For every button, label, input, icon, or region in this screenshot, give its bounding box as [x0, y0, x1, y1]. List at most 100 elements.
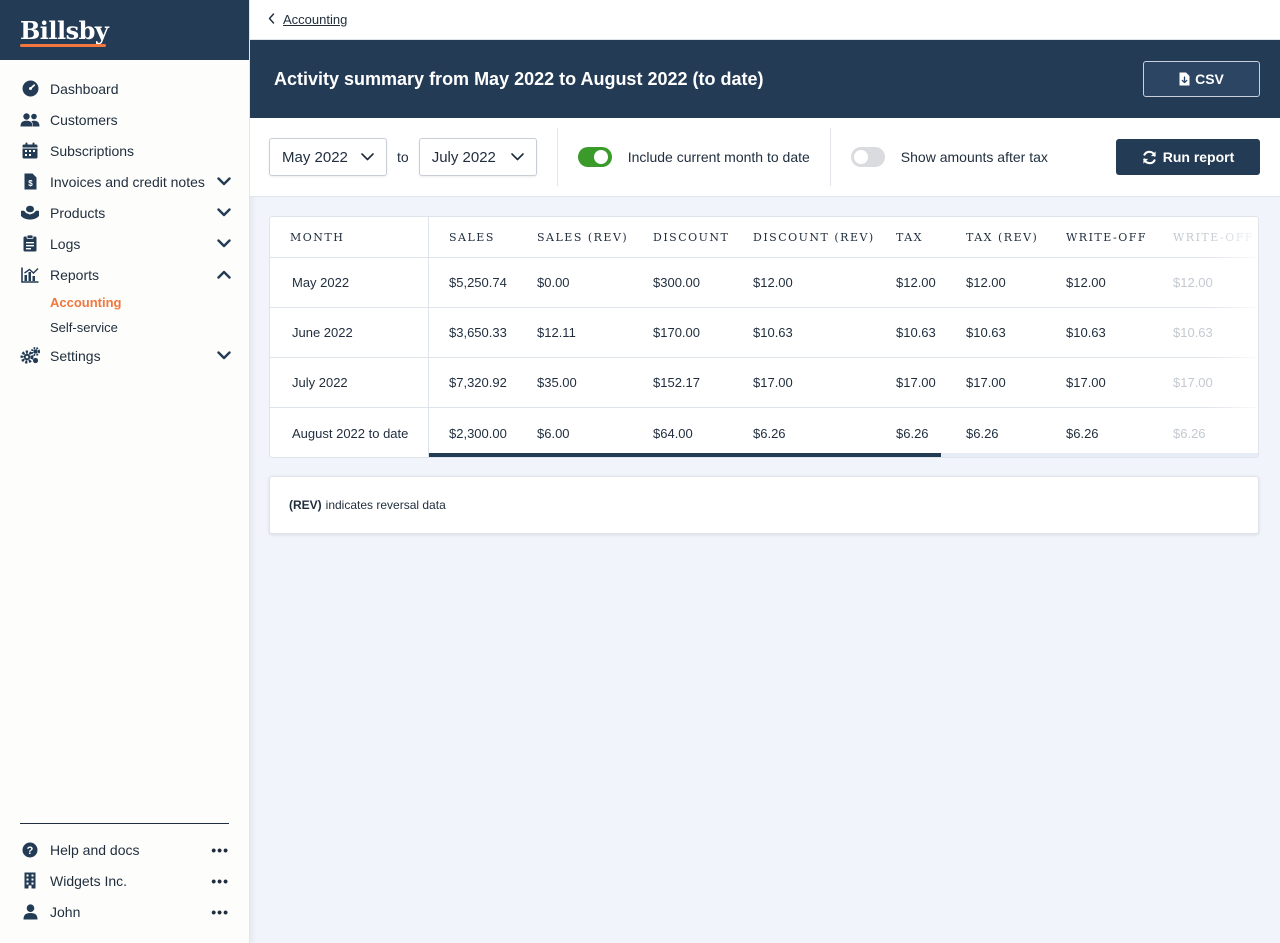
breadcrumb[interactable]: Accounting — [268, 12, 347, 27]
column-header-write-off-rev: WRITE-OFF — [1173, 230, 1255, 244]
table-cell: $10.63 — [1173, 325, 1213, 340]
run-report-label: Run report — [1162, 149, 1235, 165]
table-row: June 2022 — [270, 308, 428, 358]
sidebar-item-label: Help and docs — [50, 841, 140, 858]
after-tax-label: Show amounts after tax — [900, 149, 1048, 165]
building-icon — [20, 871, 40, 891]
main-nav: Dashboard Customers Subscriptions $ Invo… — [0, 60, 249, 371]
horizontal-scrollbar[interactable] — [429, 453, 1258, 457]
scrollbar-thumb[interactable] — [429, 453, 941, 457]
divider — [829, 128, 831, 186]
sidebar-item-logs[interactable]: Logs — [0, 228, 249, 259]
page-header: Activity summary from May 2022 to August… — [250, 40, 1280, 118]
column-header-sales-rev: SALES (REV) — [537, 230, 629, 244]
column-header-sales: SALES — [449, 230, 495, 244]
table-cell: $6.00 — [537, 425, 570, 441]
sidebar-item-dashboard[interactable]: Dashboard — [0, 73, 249, 104]
clipboard-icon — [20, 234, 40, 254]
chevron-left-icon[interactable] — [268, 12, 275, 27]
table-cell: $0.00 — [537, 275, 570, 290]
table-cell: $12.00 — [753, 275, 793, 290]
table-row: July 2022 — [270, 358, 428, 408]
include-current-month-toggle[interactable] — [577, 147, 612, 167]
help-icon: ? — [20, 840, 40, 860]
toggle-knob — [593, 150, 608, 164]
csv-label: CSV — [1195, 71, 1224, 87]
breadcrumb-back-link[interactable]: Accounting — [283, 12, 347, 27]
table-cell: $12.00 — [1066, 275, 1106, 290]
sidebar-subitem-self-service[interactable]: Self-service — [0, 315, 249, 340]
chevron-up-icon[interactable] — [217, 268, 231, 282]
sidebar-item-settings[interactable]: Settings — [0, 340, 249, 371]
sidebar-item-invoices[interactable]: $ Invoices and credit notes — [0, 166, 249, 197]
calendar-icon — [20, 141, 40, 161]
table-cell: $7,320.92 — [449, 375, 507, 390]
sidebar-item-products[interactable]: Products — [0, 197, 249, 228]
run-report-button[interactable]: Run report — [1116, 139, 1260, 175]
table-scroll-area[interactable]: SALES SALES (REV) DISCOUNT DISCOUNT (REV… — [429, 217, 1258, 457]
products-icon — [20, 203, 40, 223]
table-cell: $6.26 — [753, 425, 786, 441]
after-tax-toggle[interactable] — [850, 147, 885, 167]
table-cell: $17.00 — [1173, 375, 1213, 390]
table-cell: $12.11 — [537, 325, 576, 340]
sidebar-item-label: John — [50, 903, 81, 920]
sidebar-item-label: Widgets Inc. — [50, 872, 128, 889]
table-cell: $17.00 — [1066, 375, 1106, 390]
note-bold: (REV) — [289, 498, 322, 512]
table-row: $7,320.92 $35.00 $152.17 $17.00 $17.00 $… — [429, 358, 1258, 408]
from-month-select[interactable]: May 2022 — [269, 138, 387, 176]
chevron-down-icon[interactable] — [217, 237, 231, 251]
csv-download-button[interactable]: CSV — [1143, 61, 1260, 97]
reversal-note: (REV) indicates reversal data — [269, 476, 1259, 534]
column-header-write-off: WRITE-OFF — [1066, 230, 1148, 244]
month-cell: August 2022 to date — [292, 425, 409, 441]
table-row: $3,650.33 $12.11 $170.00 $10.63 $10.63 $… — [429, 308, 1258, 358]
invoice-icon: $ — [20, 172, 40, 192]
table-cell: $10.63 — [896, 325, 936, 340]
table-cell: $300.00 — [653, 275, 700, 290]
sidebar-subitem-accounting[interactable]: Accounting — [0, 290, 249, 315]
column-header-discount-rev: DISCOUNT (REV) — [753, 230, 875, 244]
table-cell: $64.00 — [653, 425, 693, 441]
sidebar-item-company[interactable]: Widgets Inc. ••• — [20, 865, 229, 896]
table-cell: $6.26 — [1173, 425, 1206, 441]
column-header-tax-rev: TAX (REV) — [966, 230, 1039, 244]
sidebar-item-subscriptions[interactable]: Subscriptions — [0, 135, 249, 166]
sidebar-item-reports[interactable]: Reports — [0, 259, 249, 290]
column-header-discount: DISCOUNT — [653, 230, 730, 244]
more-icon[interactable]: ••• — [211, 904, 229, 920]
refresh-icon — [1143, 150, 1156, 164]
column-header-tax: TAX — [896, 230, 924, 244]
users-icon — [20, 110, 40, 130]
sidebar-item-label: Invoices and credit notes — [50, 173, 205, 190]
to-month-select[interactable]: July 2022 — [418, 138, 537, 176]
svg-text:$: $ — [28, 179, 33, 188]
table-cell: $6.26 — [966, 425, 999, 441]
month-cell: May 2022 — [292, 275, 350, 290]
sidebar-item-label: Settings — [50, 347, 101, 364]
sidebar-item-customers[interactable]: Customers — [0, 104, 249, 135]
table-cell: $12.00 — [1173, 275, 1213, 290]
gears-icon — [20, 346, 40, 366]
report-filters: May 2022 to July 2022 Include current mo… — [250, 118, 1280, 197]
activity-table: MONTH May 2022 June 2022 July 2022 Augus… — [269, 216, 1259, 458]
table-header-row: SALES SALES (REV) DISCOUNT DISCOUNT (REV… — [429, 217, 1258, 258]
sidebar-item-label: Reports — [50, 266, 100, 283]
table-cell: $12.00 — [896, 275, 936, 290]
table-cell: $17.00 — [753, 375, 793, 390]
sidebar-item-user[interactable]: John ••• — [20, 896, 229, 927]
month-cell: June 2022 — [292, 325, 353, 340]
more-icon[interactable]: ••• — [211, 842, 229, 858]
more-icon[interactable]: ••• — [211, 873, 229, 889]
brand-bar: Billsby — [0, 0, 249, 60]
sidebar-item-help[interactable]: ? Help and docs ••• — [20, 834, 229, 865]
chevron-down-icon[interactable] — [217, 206, 231, 220]
chevron-down-icon — [510, 153, 524, 161]
include-current-month-label: Include current month to date — [627, 149, 810, 165]
table-cell: $5,250.74 — [449, 275, 507, 290]
chevron-down-icon[interactable] — [217, 175, 231, 189]
table-cell: $2,300.00 — [449, 425, 507, 441]
billsby-logo[interactable]: Billsby — [20, 16, 109, 47]
chevron-down-icon[interactable] — [217, 349, 231, 363]
